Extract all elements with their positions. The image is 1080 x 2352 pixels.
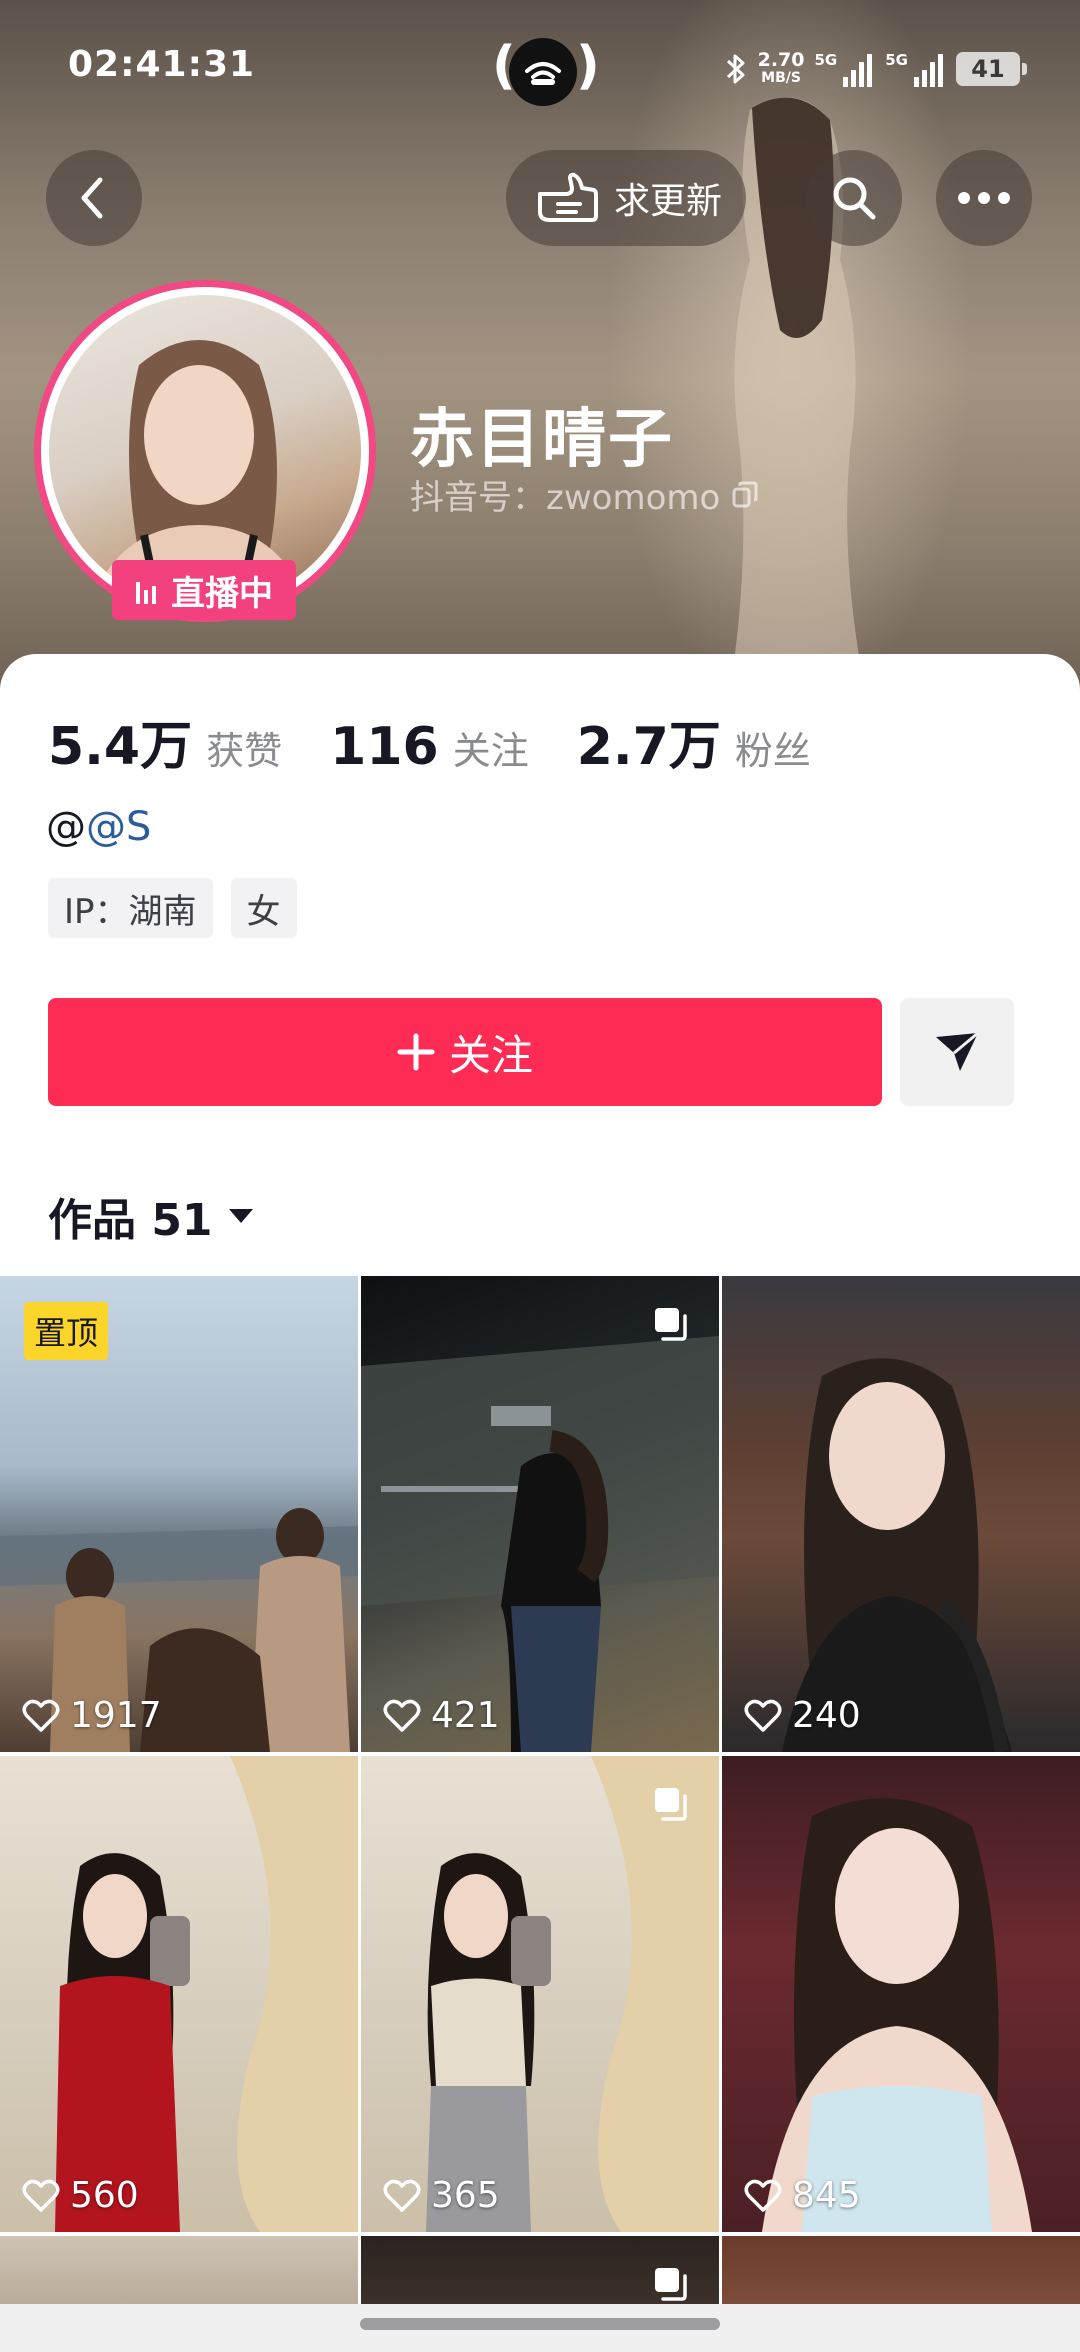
heart-icon <box>744 1699 782 1732</box>
likes-count: 421 <box>431 1695 500 1736</box>
video-thumbnail <box>782 1358 1012 1752</box>
profile-tags: IP：湖南 女 <box>48 878 297 938</box>
followers-label: 粉丝 <box>734 729 811 773</box>
profile-info-panel: 5.4万 获赞 116 关注 2.7万 粉丝 @@S IP：湖南 女 关注 作品… <box>0 654 1080 1274</box>
follow-label: 关注 <box>448 1030 533 1080</box>
heart-icon <box>383 1699 421 1732</box>
profile-bio: @@S <box>46 804 151 850</box>
tag-ip-location: IP：湖南 <box>48 878 213 938</box>
following-count: 116 <box>330 717 439 777</box>
video-likes: 421 <box>383 1695 500 1736</box>
bluetooth-icon <box>726 54 745 84</box>
signal-1-icon <box>843 54 873 87</box>
video-card[interactable]: 845 <box>722 1756 1080 2232</box>
more-dots-icon <box>958 192 1010 204</box>
battery-indicator: 41 <box>956 52 1027 86</box>
likes-count: 240 <box>792 1695 861 1736</box>
copy-icon[interactable] <box>730 480 760 510</box>
battery-level: 41 <box>971 55 1005 83</box>
likes-count: 560 <box>70 2175 139 2216</box>
heart-icon <box>383 2179 421 2212</box>
profile-nickname: 赤目晴子 <box>410 403 674 477</box>
video-likes: 365 <box>383 2175 500 2216</box>
send-arrow-icon <box>936 1031 979 1071</box>
heart-icon <box>22 1699 60 1732</box>
send-message-button[interactable] <box>900 998 1014 1106</box>
home-indicator[interactable] <box>360 2318 720 2330</box>
likes-count: 1917 <box>70 1695 162 1736</box>
status-bar: 02:41:31 ( ) 2.70 MB/S 5G 5G 41 <box>0 0 1080 140</box>
signal-2-label: 5G <box>885 51 908 69</box>
search-icon <box>833 177 876 220</box>
live-bars-icon <box>136 582 156 604</box>
net-speed: 2.70 MB/S <box>758 51 805 87</box>
back-button[interactable] <box>46 150 142 246</box>
works-tab-label: 作品 51 <box>48 1195 213 1246</box>
wifi-share-icon <box>509 38 577 106</box>
heart-icon <box>22 2179 60 2212</box>
multi-image-icon <box>655 1788 687 1821</box>
live-badge[interactable]: 直播中 <box>112 560 296 620</box>
douyin-id: 抖音号：zwomomo <box>410 478 721 518</box>
tab-works[interactable]: 作品 51 <box>48 1184 255 1248</box>
likes-count: 845 <box>792 2175 861 2216</box>
tag-gender: 女 <box>230 878 297 938</box>
video-likes: 1917 <box>22 1695 162 1736</box>
multi-image-icon <box>655 2268 687 2301</box>
video-card[interactable]: 置顶 1917 <box>0 1276 358 1752</box>
plus-icon <box>397 1033 435 1071</box>
live-label: 直播中 <box>171 573 273 614</box>
stat-likes[interactable]: 5.4万 获赞 <box>48 704 282 779</box>
video-thumbnail <box>426 1756 719 2232</box>
video-likes: 240 <box>744 1695 861 1736</box>
search-button[interactable] <box>806 150 902 246</box>
video-thumbnail <box>361 1336 719 1752</box>
bio-prefix: @ <box>46 804 86 850</box>
chevron-left-icon <box>81 177 103 219</box>
signal-1-label: 5G <box>814 51 838 69</box>
stats-row: 5.4万 获赞 116 关注 2.7万 粉丝 <box>48 704 859 779</box>
video-card[interactable]: 560 <box>0 1756 358 2232</box>
net-speed-unit: MB/S <box>761 70 801 86</box>
video-thumbnail <box>55 1756 358 2232</box>
multi-image-icon <box>655 1308 687 1341</box>
request-update-label: 求更新 <box>614 181 723 222</box>
caret-down-icon <box>228 1209 253 1223</box>
stat-followers[interactable]: 2.7万 粉丝 <box>577 704 811 779</box>
likes-count: 365 <box>431 2175 500 2216</box>
signal-2-icon <box>914 54 943 87</box>
bio-mention-link[interactable]: @S <box>86 804 151 850</box>
douyin-id-row: 抖音号：zwomomo <box>410 470 760 519</box>
likes-label: 获赞 <box>206 729 283 773</box>
video-card[interactable]: 240 <box>722 1276 1080 1752</box>
more-options-button[interactable] <box>936 150 1032 246</box>
heart-icon <box>744 2179 782 2212</box>
net-speed-value: 2.70 <box>757 49 805 71</box>
pinned-badge: 置顶 <box>24 1302 109 1360</box>
video-card[interactable]: 421 <box>361 1276 719 1752</box>
following-label: 关注 <box>452 729 529 773</box>
video-card[interactable]: 365 <box>361 1756 719 2232</box>
request-update-button[interactable]: 求更新 <box>506 150 746 246</box>
stat-following[interactable]: 116 关注 <box>330 717 529 777</box>
pointing-hand-icon <box>538 172 598 222</box>
video-likes: 560 <box>22 2175 139 2216</box>
status-time: 02:41:31 <box>68 44 256 85</box>
follow-button[interactable]: 关注 <box>48 998 882 1106</box>
video-grid: 置顶 1917 421 240 560 365 845 <box>0 1276 1080 2352</box>
video-thumbnail <box>762 1798 1032 2232</box>
video-likes: 845 <box>744 2175 861 2216</box>
followers-count: 2.7万 <box>576 717 721 777</box>
app-activity-indicator: ( ) <box>492 36 600 106</box>
paren-right: ) <box>576 36 600 96</box>
likes-count: 5.4万 <box>48 717 193 777</box>
status-icons: 2.70 MB/S 5G 5G 41 <box>724 44 1027 94</box>
